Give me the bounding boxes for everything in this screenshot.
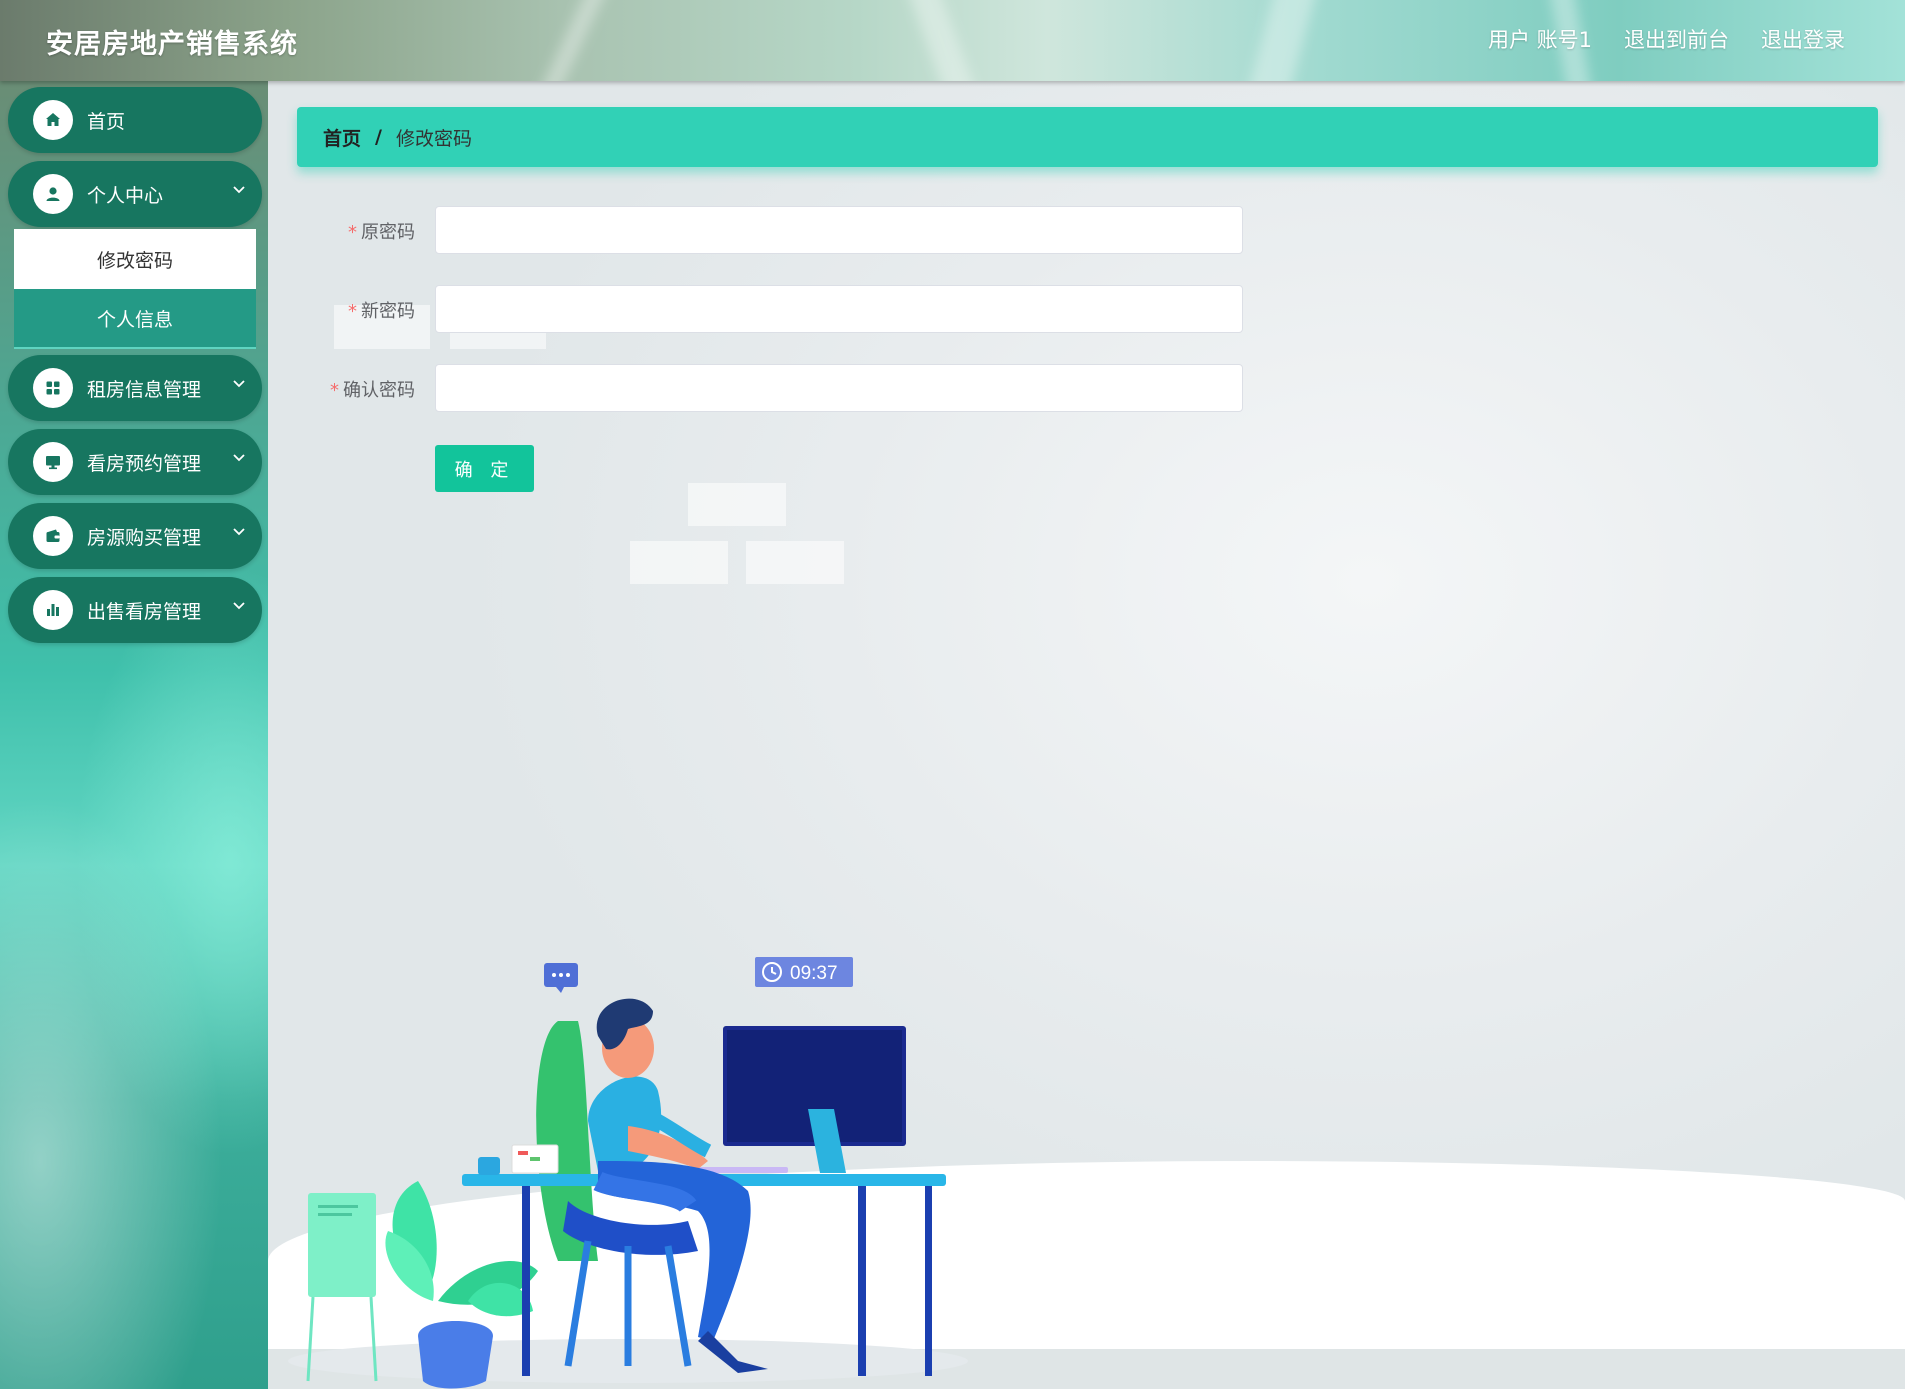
- sidebar-item-label: 看房预约管理: [87, 452, 202, 475]
- header-light-ray: [1232, 0, 1328, 81]
- chevron-down-icon: [233, 454, 245, 462]
- sidebar: 首页 个人中心 修改密码 个人信息 租房信息管理 看房预约管理 房源购买管理 出…: [0, 81, 268, 1389]
- main-content: 首页 / 修改密码 * 原密码 * 新密码 * 确认密码 确 定 09:37: [268, 81, 1905, 1389]
- new-password-input[interactable]: [435, 285, 1243, 333]
- monitor-icon: [33, 442, 73, 482]
- decorative-block: [688, 483, 786, 526]
- sidebar-item-label: 租房信息管理: [87, 378, 202, 401]
- sidebar-item-label: 出售看房管理: [87, 600, 202, 623]
- confirm-button[interactable]: 确 定: [435, 445, 534, 492]
- breadcrumb-home[interactable]: 首页: [323, 124, 361, 151]
- sidebar-item-viewing-appointment[interactable]: 看房预约管理: [8, 429, 262, 495]
- chevron-down-icon: [233, 186, 245, 194]
- chevron-down-icon: [233, 528, 245, 536]
- chevron-down-icon: [233, 602, 245, 610]
- sidebar-item-label: 个人中心: [87, 184, 164, 207]
- clock-text: 09:37: [790, 963, 838, 984]
- chat-bubble-icon: [544, 963, 578, 993]
- label-text: 确认密码: [343, 380, 415, 401]
- old-password-input[interactable]: [435, 206, 1243, 254]
- confirm-password-row: * 确认密码: [268, 364, 1268, 412]
- sidebar-item-sale-viewing[interactable]: 出售看房管理: [8, 577, 262, 643]
- confirm-password-input[interactable]: [435, 364, 1243, 412]
- bar-chart-icon: [33, 590, 73, 630]
- wallet-icon: [33, 516, 73, 556]
- clock-badge: 09:37: [755, 957, 853, 987]
- submenu-change-password[interactable]: 修改密码: [14, 229, 256, 289]
- office-worker-illustration: 09:37: [288, 957, 968, 1389]
- required-mark: *: [348, 301, 357, 322]
- home-icon: [33, 100, 73, 140]
- user-icon: [33, 174, 73, 214]
- old-password-label: * 原密码: [348, 218, 415, 244]
- chevron-down-icon: [233, 380, 245, 388]
- grid-icon: [33, 368, 73, 408]
- confirm-password-label: * 确认密码: [330, 376, 415, 402]
- top-header: 安居房地产销售系统 用户 账号1 退出到前台 退出登录: [0, 0, 1905, 81]
- app-title: 安居房地产销售系统: [46, 29, 298, 60]
- header-light-ray: [893, 0, 997, 81]
- new-password-row: * 新密码: [268, 285, 1268, 333]
- old-password-row: * 原密码: [268, 206, 1268, 254]
- sidebar-item-personal-center[interactable]: 个人中心: [8, 161, 262, 227]
- decorative-block: [746, 541, 844, 584]
- sidebar-item-label: 房源购买管理: [87, 526, 202, 549]
- label-text: 新密码: [361, 301, 415, 322]
- submenu-personal-info[interactable]: 个人信息: [14, 289, 256, 349]
- breadcrumb-current: 修改密码: [395, 127, 472, 150]
- sidebar-item-purchase[interactable]: 房源购买管理: [8, 503, 262, 569]
- breadcrumb-separator: /: [375, 126, 382, 148]
- breadcrumb: 首页 / 修改密码: [297, 107, 1878, 167]
- new-password-label: * 新密码: [348, 297, 415, 323]
- label-text: 原密码: [361, 222, 415, 243]
- header-actions: 用户 账号1 退出到前台 退出登录: [1488, 24, 1845, 54]
- sidebar-item-label: 首页: [87, 110, 126, 133]
- exit-to-front-link[interactable]: 退出到前台: [1624, 24, 1729, 54]
- sidebar-item-home[interactable]: 首页: [8, 87, 262, 153]
- header-light-ray: [514, 0, 624, 81]
- required-mark: *: [348, 222, 357, 243]
- current-user: 用户 账号1: [1487, 28, 1592, 52]
- required-mark: *: [330, 380, 339, 401]
- logout-link[interactable]: 退出登录: [1761, 24, 1845, 54]
- sidebar-item-rental-info[interactable]: 租房信息管理: [8, 355, 262, 421]
- decorative-block: [630, 541, 728, 584]
